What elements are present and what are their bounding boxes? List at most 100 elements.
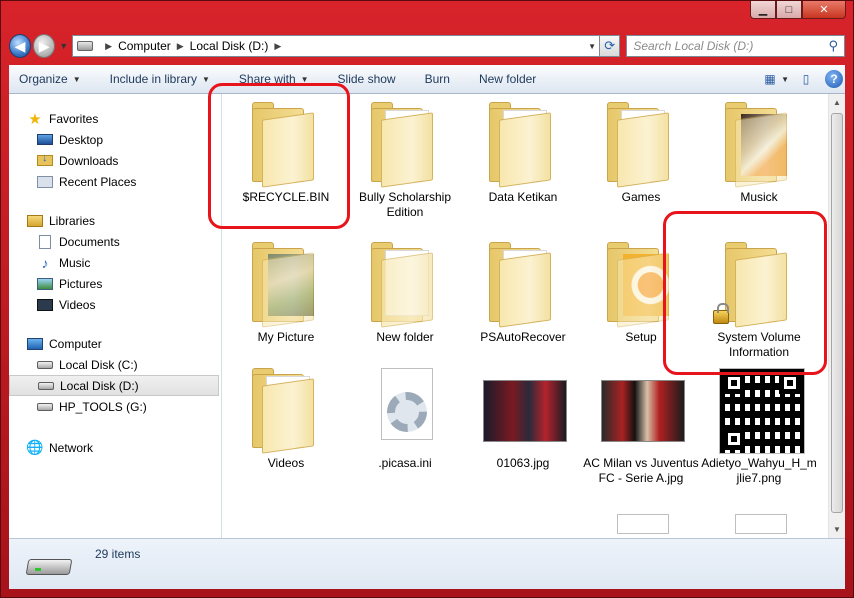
file-name: System Volume Information <box>717 330 801 359</box>
nav-videos[interactable]: Videos <box>9 294 221 315</box>
nav-libraries[interactable]: Libraries <box>9 210 221 231</box>
file-item-picasa-ini[interactable]: .picasa.ini <box>346 368 464 471</box>
breadcrumb-computer[interactable]: Computer <box>118 39 171 53</box>
nav-computer[interactable]: Computer <box>9 333 221 354</box>
file-item-partial[interactable] <box>700 514 818 538</box>
file-item-01063-jpg[interactable]: 01063.jpg <box>464 368 582 471</box>
nav-group-libraries: Libraries Documents ♪ Music Pictures Vide… <box>9 210 221 315</box>
star-icon: ★ <box>28 110 42 128</box>
scroll-up-icon[interactable]: ▲ <box>829 94 845 111</box>
file-item-new-folder[interactable]: New folder <box>346 242 464 345</box>
search-input[interactable]: Search Local Disk (D:) ⚲ <box>626 35 846 57</box>
nav-label: Favorites <box>49 111 99 126</box>
folder-icon <box>365 242 445 328</box>
address-dropdown-icon[interactable]: ▼ <box>585 42 599 51</box>
scroll-thumb[interactable] <box>831 113 843 513</box>
nav-label: Local Disk (D:) <box>60 378 139 393</box>
gear-icon <box>387 392 427 432</box>
nav-group-favorites: ★ Favorites Desktop Downloads Recent Plac… <box>9 108 221 192</box>
file-name: My Picture <box>257 330 315 344</box>
nav-label: Music <box>59 255 91 270</box>
search-icon[interactable]: ⚲ <box>828 38 838 54</box>
nav-downloads[interactable]: Downloads <box>9 150 221 171</box>
breadcrumb-chevron-icon[interactable]: ▶ <box>105 41 112 52</box>
file-item-adietyo-png[interactable]: Adietyo_Wahyu_H_mjlie7.png <box>700 368 818 486</box>
file-item-videos[interactable]: Videos <box>227 368 345 471</box>
file-item-my-picture[interactable]: My Picture <box>227 242 345 345</box>
breadcrumb-chevron-icon[interactable]: ▶ <box>177 41 184 52</box>
file-item-ac-milan-jpg[interactable]: AC Milan vs Juventus FC - Serie A.jpg <box>582 368 700 486</box>
document-icon <box>39 234 51 249</box>
folder-icon <box>246 102 326 188</box>
network-icon: 🌐 <box>26 439 44 455</box>
file-item-data-ketikan[interactable]: Data Ketikan <box>464 102 582 205</box>
minimize-button[interactable]: ▁ <box>750 1 776 19</box>
file-item-psautorecover[interactable]: PSAutoRecover <box>464 242 582 345</box>
image-thumbnail <box>483 368 567 454</box>
refresh-button[interactable]: ⟳ <box>600 35 621 57</box>
change-view-button[interactable]: ▦ <box>759 68 781 90</box>
file-name: Data Ketikan <box>488 190 558 204</box>
folder-icon <box>601 102 681 188</box>
folder-icon <box>601 242 681 328</box>
burn-button[interactable]: Burn <box>425 72 450 86</box>
body-area: ★ Favorites Desktop Downloads Recent Plac… <box>9 94 845 538</box>
qr-code-thumbnail <box>719 368 805 454</box>
forward-button[interactable]: ▶ <box>33 34 56 58</box>
file-name: Musick <box>740 190 778 204</box>
help-button[interactable]: ? <box>823 68 845 90</box>
file-name: 01063.jpg <box>496 456 550 470</box>
nav-documents[interactable]: Documents <box>9 231 221 252</box>
nav-network[interactable]: 🌐 Network <box>9 437 221 458</box>
file-view[interactable]: $RECYCLE.BIN Bully Scholarship Edition D… <box>222 94 845 538</box>
slide-show-button[interactable]: Slide show <box>338 72 396 86</box>
folder-icon <box>483 102 563 188</box>
file-item-bully[interactable]: Bully Scholarship Edition <box>346 102 464 220</box>
include-in-library-button[interactable]: Include in library ▼ <box>110 72 210 86</box>
nav-recent-places[interactable]: Recent Places <box>9 171 221 192</box>
vertical-scrollbar[interactable]: ▲ ▼ <box>828 94 845 538</box>
folder-icon <box>713 242 799 328</box>
breadcrumb-local-disk-d[interactable]: Local Disk (D:) <box>190 39 269 53</box>
videos-icon <box>37 298 53 311</box>
command-bar: Organize ▼ Include in library ▼ Share with… <box>9 65 845 94</box>
nav-hp-tools-g[interactable]: HP_TOOLS (G:) <box>9 396 221 417</box>
drive-icon <box>25 551 73 577</box>
nav-music[interactable]: ♪ Music <box>9 252 221 273</box>
view-dropdown-icon[interactable]: ▼ <box>781 75 789 84</box>
file-name: .picasa.ini <box>378 456 432 470</box>
share-with-label: Share with <box>238 72 296 86</box>
preview-pane-button[interactable]: ▯ <box>795 68 817 90</box>
address-bar[interactable]: ▶ Computer ▶ Local Disk (D:) ▶ ▼ <box>72 35 601 57</box>
file-item-system-volume-information[interactable]: System Volume Information <box>700 242 818 360</box>
nav-label: Computer <box>49 336 102 351</box>
scroll-down-icon[interactable]: ▼ <box>829 521 845 538</box>
file-name: Setup <box>625 330 657 344</box>
organize-button[interactable]: Organize ▼ <box>19 72 81 86</box>
breadcrumb-chevron-icon[interactable]: ▶ <box>274 41 281 52</box>
nav-local-disk-c[interactable]: Local Disk (C:) <box>9 354 221 375</box>
new-folder-button[interactable]: New folder <box>479 72 536 86</box>
file-item-games[interactable]: Games <box>582 102 700 205</box>
nav-desktop[interactable]: Desktop <box>9 129 221 150</box>
file-item-recycle-bin[interactable]: $RECYCLE.BIN <box>227 102 345 205</box>
item-count: 29 items <box>95 547 141 561</box>
share-with-button[interactable]: Share with ▼ <box>239 72 309 86</box>
file-name: Bully Scholarship Edition <box>358 190 452 219</box>
maximize-button[interactable]: □ <box>776 1 802 19</box>
nav-pictures[interactable]: Pictures <box>9 273 221 294</box>
close-button[interactable]: ✕ <box>802 1 846 19</box>
file-item-partial[interactable] <box>582 514 700 538</box>
file-item-musick[interactable]: Musick <box>700 102 818 205</box>
forward-arrow-icon: ▶ <box>38 37 50 54</box>
file-name: PSAutoRecover <box>480 330 566 344</box>
chevron-down-icon: ▼ <box>72 74 81 84</box>
file-item-setup[interactable]: Setup <box>582 242 700 345</box>
back-button[interactable]: ◀ <box>9 34 32 58</box>
nav-label: Pictures <box>59 276 103 291</box>
nav-local-disk-d[interactable]: Local Disk (D:) <box>9 375 219 396</box>
file-name: Adietyo_Wahyu_H_mjlie7.png <box>701 456 817 485</box>
recent-pages-dropdown[interactable]: ▼ <box>59 41 68 51</box>
nav-favorites[interactable]: ★ Favorites <box>9 108 221 129</box>
navigation-pane: ★ Favorites Desktop Downloads Recent Plac… <box>9 94 222 538</box>
